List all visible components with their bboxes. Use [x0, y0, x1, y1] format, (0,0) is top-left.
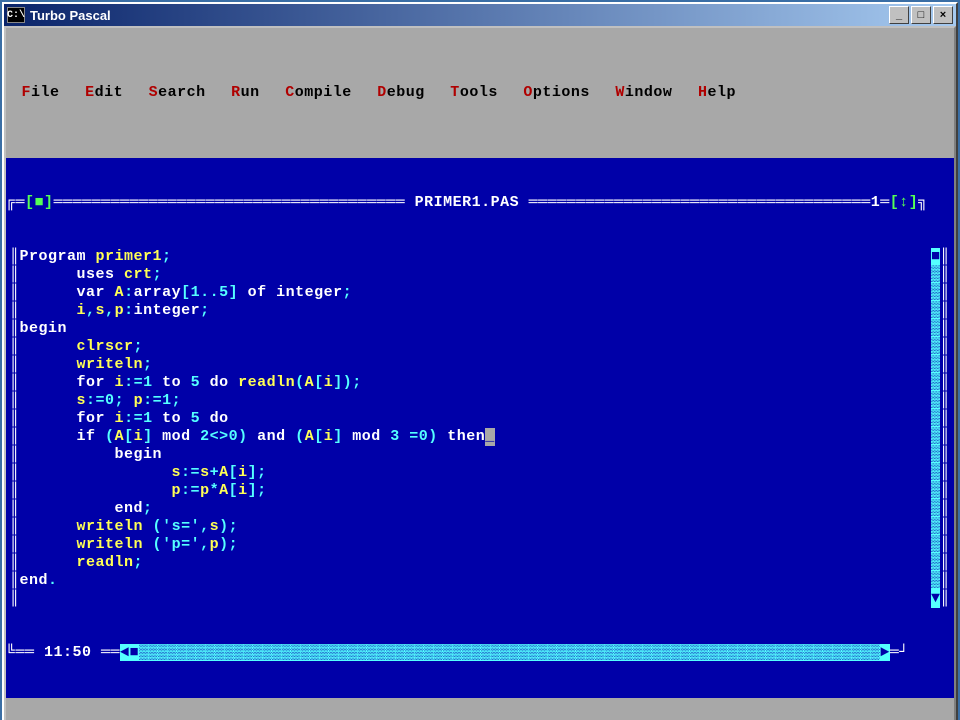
- source-editor[interactable]: ║Program primer1;■║║ uses crt;▒║║ var A:…: [6, 248, 954, 608]
- menu-help[interactable]: Help: [688, 84, 736, 101]
- menu-run[interactable]: Run: [222, 84, 260, 101]
- menu-compile[interactable]: Compile: [276, 84, 352, 101]
- menu-tools[interactable]: Tools: [441, 84, 498, 101]
- editor-frame-top: ╔═[■]═══════════════════════════════════…: [6, 194, 954, 212]
- menu-file[interactable]: File: [12, 84, 60, 101]
- cmd-icon: C:\: [7, 7, 25, 23]
- menu-debug[interactable]: Debug: [368, 84, 425, 101]
- menu-search[interactable]: Search: [139, 84, 206, 101]
- menu-window[interactable]: Window: [606, 84, 673, 101]
- editor-frame-bottom: ╚══ 11:50 ══◄■▒▒▒▒▒▒▒▒▒▒▒▒▒▒▒▒▒▒▒▒▒▒▒▒▒▒…: [6, 644, 954, 662]
- minimize-button[interactable]: _: [889, 6, 909, 24]
- titlebar-ide[interactable]: C:\ Turbo Pascal _ □ ×: [4, 4, 956, 26]
- window-title: Turbo Pascal: [30, 8, 889, 23]
- close-button[interactable]: ×: [933, 6, 953, 24]
- menu-options[interactable]: Options: [514, 84, 590, 101]
- menubar: File Edit Search Run Compile Debug Tools…: [6, 82, 954, 104]
- maximize-button[interactable]: □: [911, 6, 931, 24]
- menu-edit[interactable]: Edit: [76, 84, 124, 101]
